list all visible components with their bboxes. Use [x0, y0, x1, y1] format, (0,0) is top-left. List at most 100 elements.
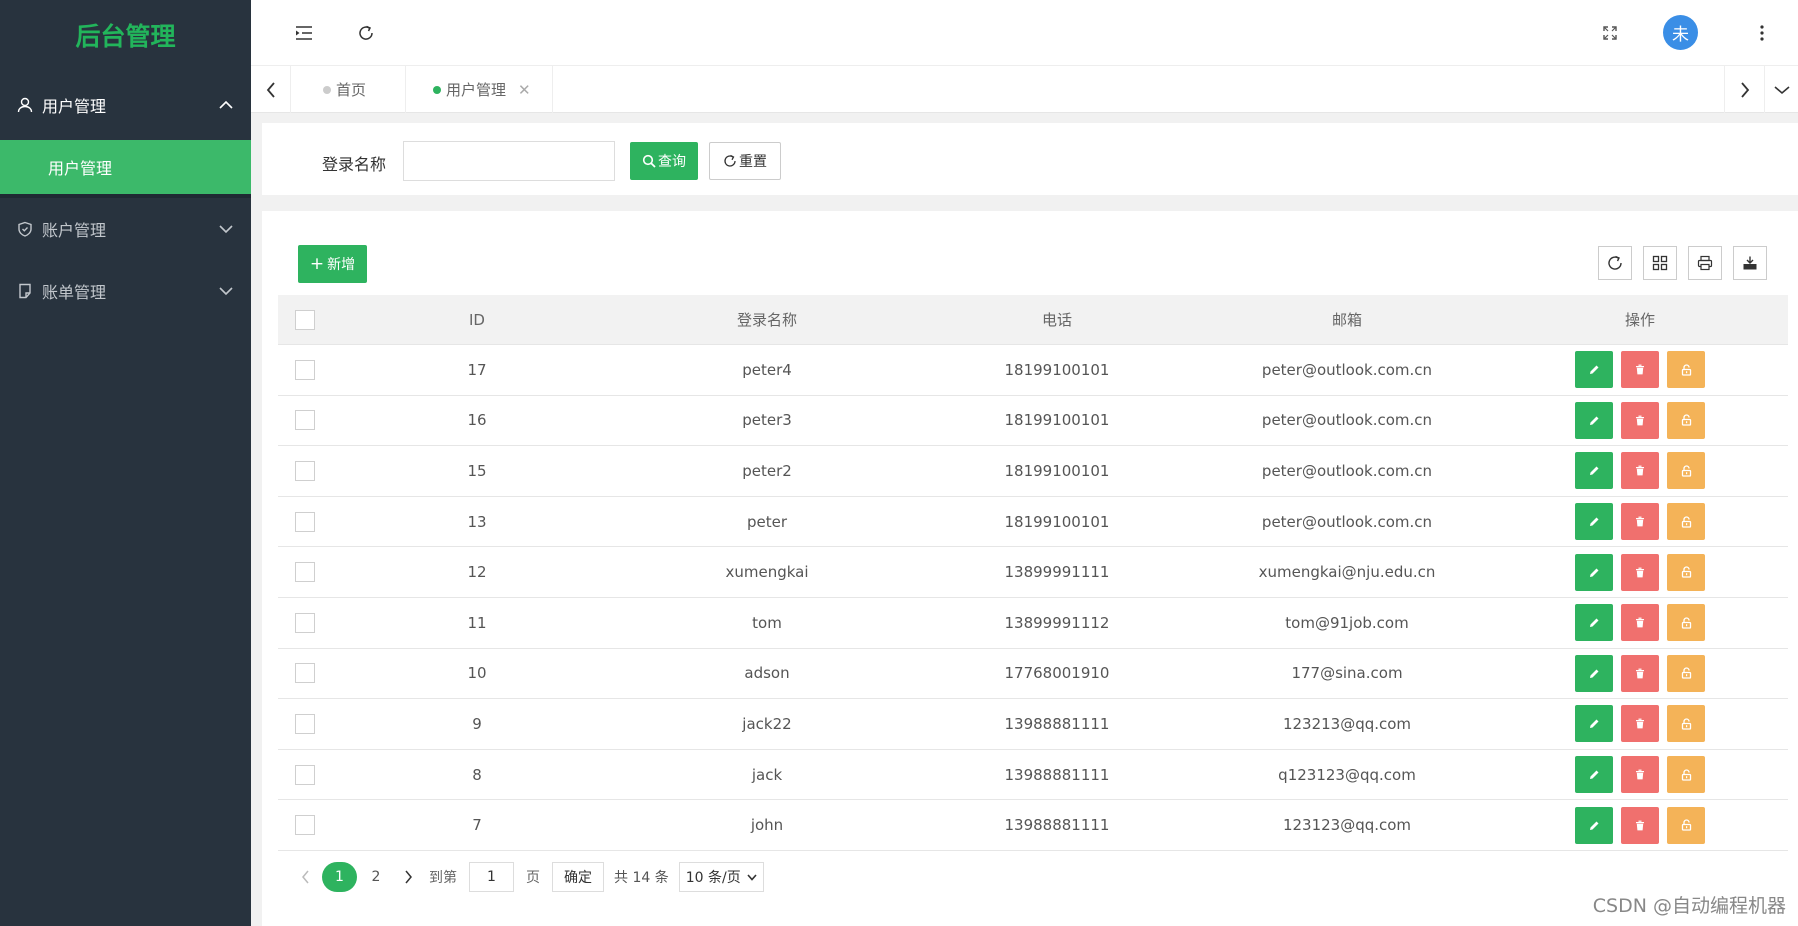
row-checkbox[interactable]: [295, 815, 315, 836]
reset-password-button[interactable]: [1667, 351, 1705, 389]
sidebar-item-account-management[interactable]: 账户管理: [0, 198, 251, 260]
reset-password-button[interactable]: [1667, 806, 1705, 844]
reset-password-button[interactable]: [1667, 503, 1705, 541]
login-name-search-input[interactable]: [403, 141, 615, 181]
cell-email: peter@outlook.com.cn: [1261, 360, 1433, 379]
delete-button[interactable]: [1621, 401, 1659, 439]
row-checkbox[interactable]: [295, 562, 315, 583]
page-size-value: 10 条/页: [685, 870, 741, 886]
edit-button[interactable]: [1575, 756, 1613, 794]
goto-confirm-button[interactable]: 确定: [552, 862, 604, 892]
row-checkbox[interactable]: [295, 460, 315, 481]
more-menu-button[interactable]: [1747, 18, 1777, 48]
reset-password-button[interactable]: [1667, 452, 1705, 490]
tab-home[interactable]: 首页: [296, 66, 406, 113]
row-select-cell: [278, 663, 332, 684]
reset-password-button[interactable]: [1667, 604, 1705, 642]
cell-phone: 18199100101: [1004, 411, 1110, 430]
row-checkbox[interactable]: [295, 359, 315, 380]
delete-button[interactable]: [1621, 756, 1659, 794]
close-icon[interactable]: ✕: [518, 81, 531, 99]
row-select-cell: [278, 410, 332, 431]
collapse-menu-button[interactable]: [289, 18, 319, 48]
column-header-id[interactable]: ID: [332, 311, 622, 329]
tabs-scroll-left-button[interactable]: [251, 66, 291, 113]
row-checkbox[interactable]: [295, 612, 315, 633]
reset-password-button[interactable]: [1667, 756, 1705, 794]
tab-user-management[interactable]: 用户管理 ✕: [406, 66, 553, 113]
row-checkbox[interactable]: [295, 713, 315, 734]
column-header-login-name[interactable]: 登录名称: [622, 309, 912, 330]
sidebar-item-bill-management[interactable]: 账单管理: [0, 260, 251, 322]
edit-button[interactable]: [1575, 553, 1613, 591]
tabs-scroll-right-button[interactable]: [1724, 66, 1764, 113]
cell-id: 13: [467, 512, 487, 531]
reset-password-button[interactable]: [1667, 654, 1705, 692]
prev-page-button[interactable]: [290, 862, 320, 892]
fullscreen-button[interactable]: [1595, 18, 1625, 48]
search-icon: [642, 154, 656, 168]
delete-button[interactable]: [1621, 654, 1659, 692]
cell-phone: 18199100101: [1004, 461, 1110, 480]
trash-icon: [1635, 415, 1645, 426]
goto-page-input[interactable]: 1: [469, 862, 514, 892]
lock-icon: [1681, 718, 1692, 730]
avatar[interactable]: 未: [1663, 15, 1698, 50]
cell-id: 15: [467, 461, 487, 480]
column-filter-button[interactable]: [1643, 246, 1677, 280]
export-icon: [1743, 256, 1757, 270]
cell-actions: [1492, 452, 1788, 490]
cell-login-name: peter: [746, 512, 788, 531]
row-select-cell: [278, 764, 332, 785]
edit-button[interactable]: [1575, 452, 1613, 490]
tabs-dropdown-button[interactable]: [1764, 66, 1798, 113]
reset-password-button[interactable]: [1667, 553, 1705, 591]
edit-button[interactable]: [1575, 806, 1613, 844]
sidebar-subitem-user-management[interactable]: 用户管理: [0, 140, 251, 194]
delete-button[interactable]: [1621, 351, 1659, 389]
delete-button[interactable]: [1621, 705, 1659, 743]
edit-button[interactable]: [1575, 705, 1613, 743]
edit-button[interactable]: [1575, 654, 1613, 692]
edit-button[interactable]: [1575, 351, 1613, 389]
column-header-email[interactable]: 邮箱: [1202, 309, 1492, 330]
select-all-checkbox[interactable]: [295, 309, 315, 330]
sidebar-item-user-management[interactable]: 用户管理: [0, 74, 251, 136]
lock-icon: [1681, 414, 1692, 427]
edit-button[interactable]: [1575, 401, 1613, 439]
page-size-select[interactable]: 10 条/页: [678, 862, 764, 892]
page-1-button[interactable]: 1: [322, 862, 357, 892]
print-button[interactable]: [1688, 246, 1722, 280]
cell-email: q123123@qq.com: [1278, 765, 1416, 784]
table-refresh-button[interactable]: [1598, 246, 1632, 280]
column-header-phone[interactable]: 电话: [912, 309, 1202, 330]
reset-button[interactable]: 重置: [709, 142, 781, 180]
cell-phone: 13899991111: [1004, 563, 1110, 582]
page-2-button[interactable]: 2: [361, 862, 391, 892]
delete-button[interactable]: [1621, 452, 1659, 490]
lock-icon: [1681, 364, 1692, 376]
goto-prefix: 到第: [429, 870, 457, 886]
row-checkbox[interactable]: [295, 764, 315, 785]
add-button[interactable]: + 新增: [298, 245, 367, 283]
sidebar-item-label: 账户管理: [42, 221, 107, 240]
row-checkbox[interactable]: [295, 511, 315, 532]
delete-button[interactable]: [1621, 553, 1659, 591]
tabs-bar: 首页 用户管理 ✕: [251, 66, 1798, 113]
row-checkbox[interactable]: [295, 410, 315, 431]
refresh-button[interactable]: [351, 18, 381, 48]
user-icon: [16, 96, 34, 114]
next-page-button[interactable]: [393, 862, 423, 892]
query-button[interactable]: 查询: [630, 142, 698, 180]
export-button[interactable]: [1733, 246, 1767, 280]
delete-button[interactable]: [1621, 604, 1659, 642]
delete-button[interactable]: [1621, 503, 1659, 541]
reset-password-button[interactable]: [1667, 401, 1705, 439]
row-checkbox[interactable]: [295, 663, 315, 684]
edit-button[interactable]: [1575, 604, 1613, 642]
delete-button[interactable]: [1621, 806, 1659, 844]
trash-icon: [1635, 567, 1645, 578]
cell-actions: [1492, 553, 1788, 591]
edit-button[interactable]: [1575, 503, 1613, 541]
reset-password-button[interactable]: [1667, 705, 1705, 743]
